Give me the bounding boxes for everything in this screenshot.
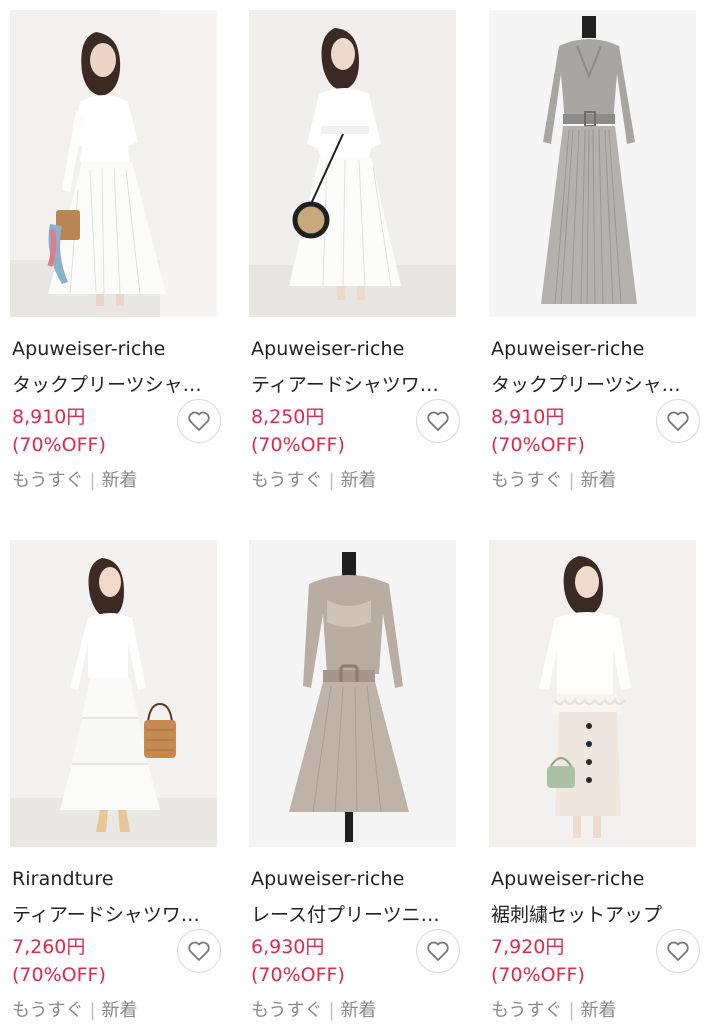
product-price: 8,910円 [12,406,86,428]
separator: | [328,1000,335,1021]
brand-name: Apuweiser-riche [12,338,166,360]
product-name: タックプリーツシャ… [12,374,202,396]
new-badge: 新着 [340,470,377,491]
shipping-label: もうすぐ [251,470,323,491]
favorite-button[interactable] [416,399,460,443]
favorite-button[interactable] [656,929,700,973]
product-card[interactable]: Apuweiser-riche タックプリーツシャ… 8,910円 (70%OF… [489,10,700,500]
brand-name: Apuweiser-riche [251,338,405,360]
shipping-label: もうすぐ [12,1000,84,1021]
product-price: 7,260円 [12,936,86,958]
brand-name: Apuweiser-riche [491,338,645,360]
product-image[interactable] [489,10,696,317]
product-name: レース付プリーツニ… [251,904,440,926]
product-card[interactable]: Apuweiser-riche ティアードシャツワ… 8,250円 (70%OF… [249,10,460,500]
heart-outline-icon [188,941,210,961]
product-card[interactable]: Apuweiser-riche タックプリーツシャ… 8,910円 (70%OF… [10,10,221,500]
brand-name: Rirandture [12,868,114,890]
discount-rate: (70%OFF) [251,434,345,456]
favorite-button[interactable] [416,929,460,973]
product-price: 8,910円 [491,406,565,428]
heart-outline-icon [427,941,449,961]
new-badge: 新着 [101,1000,138,1021]
new-badge: 新着 [340,1000,377,1021]
product-price: 7,920円 [491,936,565,958]
brand-name: Apuweiser-riche [251,868,405,890]
product-card[interactable]: Apuweiser-riche レース付プリーツニ… 6,930円 (70%OF… [249,540,460,1030]
product-name: タックプリーツシャ… [491,374,681,396]
new-badge: 新着 [580,1000,617,1021]
product-image[interactable] [249,10,456,317]
favorite-button[interactable] [656,399,700,443]
product-image[interactable] [489,540,696,847]
favorite-button[interactable] [177,399,221,443]
status-line: もうすぐ | 新着 [491,466,617,492]
separator: | [328,470,335,491]
status-line: もうすぐ | 新着 [12,466,138,492]
product-name: ティアードシャツワ… [251,374,439,396]
product-name: ティアードシャツワ… [12,904,200,926]
status-line: もうすぐ | 新着 [491,996,617,1022]
product-grid: Apuweiser-riche タックプリーツシャ… 8,910円 (70%OF… [0,0,708,1024]
shipping-label: もうすぐ [491,1000,563,1021]
discount-rate: (70%OFF) [491,964,585,986]
shipping-label: もうすぐ [491,470,563,491]
shipping-label: もうすぐ [12,470,84,491]
product-image[interactable] [10,10,217,317]
heart-outline-icon [667,941,689,961]
product-name: 裾刺繍セットアップ [491,904,663,926]
heart-outline-icon [188,411,210,431]
heart-outline-icon [427,411,449,431]
separator: | [89,1000,96,1021]
separator: | [89,470,96,491]
separator: | [568,470,575,491]
discount-rate: (70%OFF) [251,964,345,986]
status-line: もうすぐ | 新着 [251,996,377,1022]
product-card[interactable]: Rirandture ティアードシャツワ… 7,260円 (70%OFF) もう… [10,540,221,1030]
product-price: 6,930円 [251,936,325,958]
favorite-button[interactable] [177,929,221,973]
product-card[interactable]: Apuweiser-riche 裾刺繍セットアップ 7,920円 (70%OFF… [489,540,700,1030]
product-image[interactable] [249,540,456,847]
status-line: もうすぐ | 新着 [251,466,377,492]
product-price: 8,250円 [251,406,325,428]
discount-rate: (70%OFF) [12,434,106,456]
new-badge: 新着 [580,470,617,491]
new-badge: 新着 [101,470,138,491]
product-image[interactable] [10,540,217,847]
discount-rate: (70%OFF) [12,964,106,986]
heart-outline-icon [667,411,689,431]
status-line: もうすぐ | 新着 [12,996,138,1022]
separator: | [568,1000,575,1021]
shipping-label: もうすぐ [251,1000,323,1021]
discount-rate: (70%OFF) [491,434,585,456]
brand-name: Apuweiser-riche [491,868,645,890]
